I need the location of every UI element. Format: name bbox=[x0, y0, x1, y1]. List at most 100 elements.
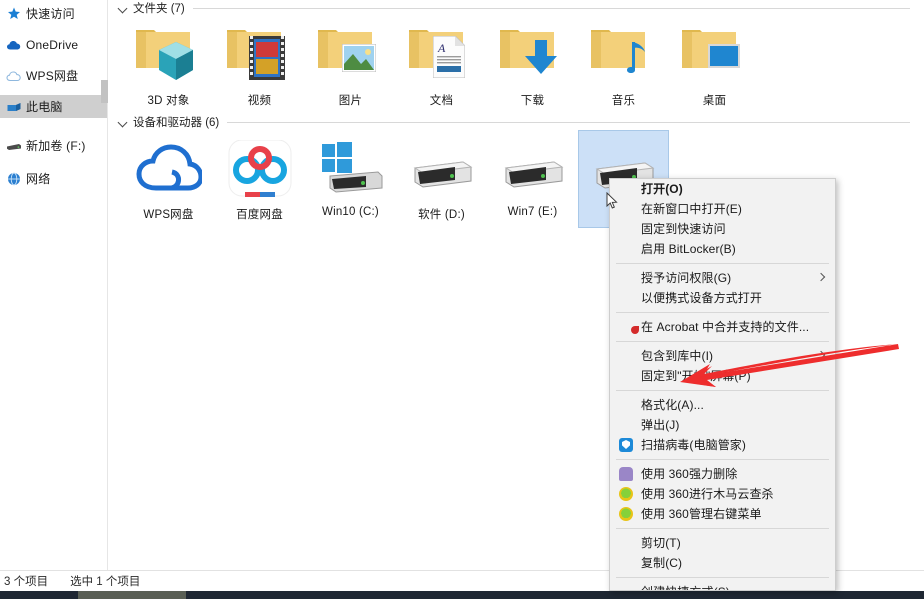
item-tile[interactable]: 桌面 bbox=[669, 16, 760, 114]
folder-documents-icon: A bbox=[407, 24, 477, 88]
sidebar-item-0[interactable]: 快速访问 bbox=[0, 2, 107, 25]
item-tile[interactable]: 音乐 bbox=[578, 16, 669, 114]
sidebar-item-4[interactable]: 新加卷 (F:) bbox=[0, 134, 107, 157]
menu-separator bbox=[616, 312, 829, 313]
icon-360 bbox=[619, 507, 633, 521]
sidebar-item-5[interactable]: 网络 bbox=[0, 167, 107, 190]
status-item-count: 3 个项目 bbox=[4, 576, 49, 588]
tile-grid: 3D 对象 视频 图片 A 文档 下载 音乐 桌面 bbox=[109, 16, 924, 114]
taskbar-window-button[interactable] bbox=[78, 591, 186, 599]
menu-separator bbox=[616, 263, 829, 264]
folder-videos-icon bbox=[225, 24, 295, 88]
menu-item[interactable]: 以便携式设备方式打开 bbox=[610, 288, 835, 308]
menu-item-label: 固定到快速访问 bbox=[641, 222, 726, 236]
menu-item[interactable]: 启用 BitLocker(B) bbox=[610, 239, 835, 259]
menu-item-label: 使用 360强力删除 bbox=[641, 467, 738, 481]
group-title: 文件夹 (7) bbox=[133, 3, 185, 15]
item-label: 文档 bbox=[429, 95, 454, 107]
group-title: 设备和驱动器 (6) bbox=[133, 117, 220, 129]
menu-item-label: 授予访问权限(G) bbox=[641, 271, 732, 285]
menu-item[interactable]: 授予访问权限(G) bbox=[610, 268, 835, 288]
menu-item[interactable]: 复制(C) bbox=[610, 553, 835, 573]
menu-item[interactable]: 格式化(A)... bbox=[610, 395, 835, 415]
purple-icon bbox=[619, 467, 633, 481]
menu-item-label: 创建快捷方式(S) bbox=[641, 582, 730, 590]
chevron-down-icon[interactable] bbox=[118, 3, 129, 14]
chevron-right-icon bbox=[816, 350, 826, 360]
menu-separator bbox=[616, 390, 829, 391]
wps-cloud-icon bbox=[134, 138, 204, 202]
item-tile[interactable]: 软件 (D:) bbox=[396, 130, 487, 228]
baidu-netdisk-icon bbox=[225, 138, 295, 202]
menu-item[interactable]: 使用 360强力删除 bbox=[610, 464, 835, 484]
item-label: Win10 (C:) bbox=[322, 206, 379, 218]
file-explorer-window: 快速访问 OneDrive WPS网盘 此电脑 新加卷 (F:) 网络 文件夹 (7) 3D… bbox=[0, 0, 924, 599]
item-label: 桌面 bbox=[702, 95, 727, 107]
menu-item-label: 扫描病毒(电脑管家) bbox=[641, 438, 746, 452]
item-tile[interactable]: 百度网盘 bbox=[214, 130, 305, 228]
chevron-right-icon bbox=[816, 272, 826, 282]
folder-music-icon bbox=[589, 24, 659, 88]
item-label: 下载 bbox=[520, 95, 545, 107]
item-label: 视频 bbox=[247, 95, 272, 107]
menu-item[interactable]: 剪切(T) bbox=[610, 533, 835, 553]
taskbar bbox=[0, 591, 924, 599]
item-tile[interactable]: 3D 对象 bbox=[123, 16, 214, 114]
menu-item[interactable]: 使用 360进行木马云查杀 bbox=[610, 484, 835, 504]
navigation-list: 快速访问 OneDrive WPS网盘此电脑新加卷 (F:) 网络 bbox=[0, 2, 107, 190]
cloud-filled-icon bbox=[6, 37, 23, 53]
sidebar-item-label: WPS网盘 bbox=[26, 69, 79, 83]
menu-item-label: 以便携式设备方式打开 bbox=[641, 291, 763, 305]
menu-item[interactable]: 固定到快速访问 bbox=[610, 219, 835, 239]
menu-item[interactable]: 使用 360管理右键菜单 bbox=[610, 504, 835, 524]
item-tile[interactable]: WPS网盘 bbox=[123, 130, 214, 228]
menu-item-label: 打开(O) bbox=[641, 182, 683, 196]
sidebar-item-1[interactable]: OneDrive bbox=[0, 33, 107, 56]
menu-item[interactable]: 弹出(J) bbox=[610, 415, 835, 435]
item-tile[interactable]: Win7 (E:) bbox=[487, 130, 578, 228]
windows-drive-icon bbox=[316, 138, 386, 202]
icon-360 bbox=[619, 487, 633, 501]
menu-item-label: 弹出(J) bbox=[641, 418, 680, 432]
sidebar-item-2[interactable]: WPS网盘 bbox=[0, 64, 107, 87]
menu-item[interactable]: 固定到"开始"屏幕(P) bbox=[610, 366, 835, 386]
item-tile[interactable]: Win10 (C:) bbox=[305, 130, 396, 228]
menu-item-label: 复制(C) bbox=[641, 556, 683, 570]
chevron-down-icon[interactable] bbox=[118, 117, 129, 128]
svg-text:A: A bbox=[437, 41, 446, 55]
item-label: Win7 (E:) bbox=[507, 206, 558, 218]
group-header[interactable]: 文件夹 (7) bbox=[109, 0, 924, 16]
menu-item[interactable]: 扫描病毒(电脑管家) bbox=[610, 435, 835, 455]
menu-item[interactable]: 包含到库中(I) bbox=[610, 346, 835, 366]
sidebar-scrollbar-thumb[interactable] bbox=[101, 80, 108, 103]
group-header[interactable]: 设备和驱动器 (6) bbox=[109, 114, 924, 130]
menu-separator bbox=[616, 341, 829, 342]
menu-item-label: 格式化(A)... bbox=[641, 398, 704, 412]
sidebar-item-label: 快速访问 bbox=[26, 7, 75, 21]
item-label: 图片 bbox=[338, 95, 363, 107]
menu-item-label: 剪切(T) bbox=[641, 536, 681, 550]
menu-item-label: 包含到库中(I) bbox=[641, 349, 714, 363]
menu-item[interactable]: 创建快捷方式(S) bbox=[610, 582, 835, 590]
sidebar-item-label: 此电脑 bbox=[26, 100, 63, 114]
folder-3d-objects-icon bbox=[134, 24, 204, 88]
item-tile[interactable]: A 文档 bbox=[396, 16, 487, 114]
item-tile[interactable]: 视频 bbox=[214, 16, 305, 114]
menu-item[interactable]: 打开(O) bbox=[610, 179, 835, 199]
folder-pictures-icon bbox=[316, 24, 386, 88]
item-label: 3D 对象 bbox=[147, 95, 190, 107]
menu-separator bbox=[616, 459, 829, 460]
menu-item-label: 固定到"开始"屏幕(P) bbox=[641, 369, 751, 383]
item-label: 音乐 bbox=[611, 95, 636, 107]
context-menu[interactable]: 打开(O) 在新窗口中打开(E) 固定到快速访问启用 BitLocker(B) 授予访… bbox=[609, 178, 836, 591]
menu-separator bbox=[616, 528, 829, 529]
item-tile[interactable]: 图片 bbox=[305, 16, 396, 114]
sidebar-item-3[interactable]: 此电脑 bbox=[0, 95, 107, 118]
this-pc-icon bbox=[6, 99, 23, 115]
hard-drive-icon bbox=[498, 138, 568, 202]
item-tile[interactable]: 下载 bbox=[487, 16, 578, 114]
sidebar-item-label: OneDrive bbox=[26, 37, 79, 52]
menu-item[interactable]: 在 Acrobat 中合并支持的文件... bbox=[610, 317, 835, 337]
folder-desktop-icon bbox=[680, 24, 750, 88]
menu-item[interactable]: 在新窗口中打开(E) bbox=[610, 199, 835, 219]
